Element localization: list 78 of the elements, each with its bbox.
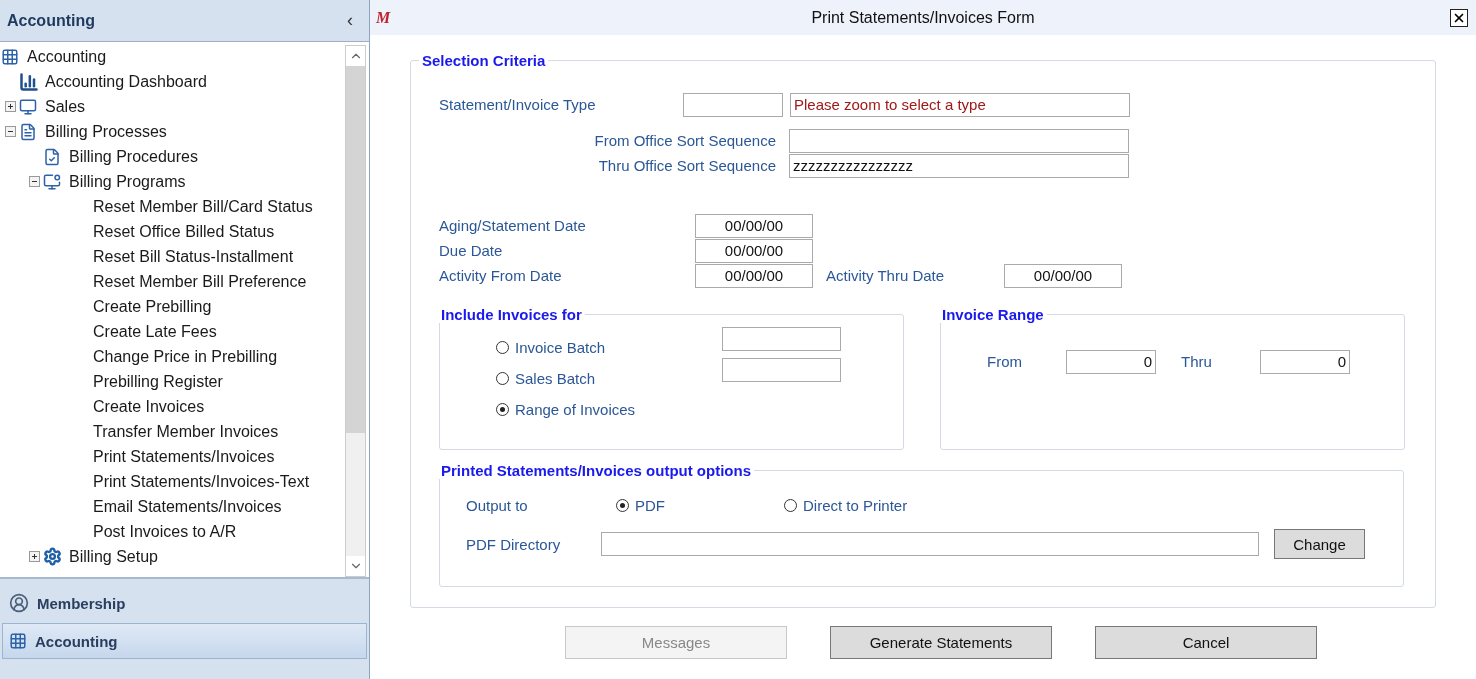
gear-icon (43, 547, 62, 566)
tree-item[interactable]: Billing Setup (69, 547, 158, 566)
tree-item[interactable]: Reset Member Bill/Card Status (93, 197, 313, 216)
input-field[interactable]: 0 (1260, 349, 1350, 374)
tree-item[interactable]: Billing Processes (45, 122, 167, 141)
change-button[interactable]: Change (1274, 529, 1365, 559)
tree-item[interactable]: Create Prebilling (93, 297, 212, 316)
tree-item[interactable]: Billing Procedures (69, 147, 198, 166)
field-label: Thru (1181, 353, 1213, 370)
nav-button[interactable]: Membership (2, 585, 367, 621)
input-field[interactable]: 0 (1066, 349, 1156, 374)
table-grid-icon (1, 47, 19, 66)
field-label: Activity Thru Date (826, 267, 946, 284)
tree-item[interactable]: Email Statements/Invoices (93, 497, 282, 516)
person-icon (9, 593, 29, 613)
tree-item[interactable]: Reset Office Billed Status (93, 222, 275, 241)
panel-title: Accounting (7, 11, 95, 30)
input-field[interactable] (722, 358, 841, 382)
field-label: From (987, 353, 1023, 370)
tree-item[interactable]: Reset Bill Status-Installment (93, 247, 294, 266)
scroll-thumb[interactable] (346, 66, 365, 433)
tree-item[interactable]: Change Price in Prebilling (93, 347, 278, 366)
radio-option[interactable]: Direct to Printer (784, 497, 952, 514)
date-field[interactable]: 00/00/00 (695, 263, 813, 288)
tree-item[interactable]: Post Invoices to A/R (93, 522, 237, 541)
input-field[interactable] (683, 92, 783, 117)
collapse-button[interactable]: ‹ (347, 10, 353, 31)
field-label: Output to (466, 497, 529, 514)
field-label: Statement/Invoice Type (439, 96, 597, 113)
dialog-button[interactable]: Cancel (1095, 626, 1317, 659)
app-logo: M (376, 8, 392, 27)
expand-icon[interactable] (5, 101, 16, 112)
monitor-icon (43, 172, 61, 191)
date-field[interactable]: 00/00/00 (1004, 263, 1122, 288)
field-label: From Office Sort Sequence (593, 132, 776, 149)
dialog-button[interactable]: Generate Statements (830, 626, 1052, 659)
tree-item[interactable]: Accounting (27, 47, 107, 66)
tree-item[interactable]: Print Statements/Invoices (93, 447, 275, 466)
tree-item[interactable]: Billing Programs (69, 172, 186, 191)
field-label: PDF Directory (466, 535, 562, 553)
input-field[interactable]: zzzzzzzzzzzzzzzz (789, 153, 1129, 178)
date-field[interactable]: 00/00/00 (695, 213, 813, 238)
field-label: Due Date (439, 242, 504, 259)
expand-icon[interactable] (29, 551, 40, 562)
input-field[interactable]: Please zoom to select a type (790, 92, 1130, 117)
bar-chart-icon (19, 71, 39, 92)
checked-document-icon (43, 147, 61, 166)
table-grid-icon (9, 632, 27, 650)
input-field[interactable] (789, 128, 1129, 153)
tree-item[interactable]: Accounting Dashboard (45, 72, 207, 91)
group-title: Include Invoices for (440, 306, 583, 323)
collapse-icon[interactable] (29, 176, 40, 187)
radio-option[interactable]: Invoice Batch (496, 339, 722, 356)
field-label: Activity From Date (439, 267, 563, 284)
field-label: Thru Office Sort Sequence (597, 157, 776, 174)
group-title: Invoice Range (941, 306, 1045, 323)
tree-item[interactable]: Print Statements/Invoices-Text (93, 472, 310, 491)
group-title: Printed Statements/Invoices output options (440, 462, 753, 479)
monitor-icon (19, 97, 37, 116)
tree-item[interactable]: Sales (45, 97, 86, 116)
tree-item[interactable]: Prebilling Register (93, 372, 223, 391)
tree-item[interactable]: Transfer Member Invoices (93, 422, 279, 441)
collapse-icon[interactable] (5, 126, 16, 137)
input-field[interactable] (601, 532, 1259, 556)
scrollbar[interactable] (345, 45, 366, 577)
radio-option[interactable]: Range of Invoices (496, 401, 722, 418)
field-label: Aging/Statement Date (439, 217, 587, 234)
document-icon (19, 122, 37, 141)
radio-option[interactable]: Sales Batch (496, 370, 722, 387)
radio-option[interactable]: PDF (616, 497, 784, 514)
window-title: Print Statements/Invoices Form (810, 8, 1036, 27)
tree-item[interactable]: Reset Member Bill Preference (93, 272, 307, 291)
group-title: Selection Criteria (421, 52, 547, 69)
nav-button[interactable]: Accounting (2, 623, 367, 659)
input-field[interactable] (722, 327, 841, 351)
tree-item[interactable]: Create Invoices (93, 397, 205, 416)
date-field[interactable]: 00/00/00 (695, 238, 813, 263)
tree-item[interactable]: Create Late Fees (93, 322, 217, 341)
